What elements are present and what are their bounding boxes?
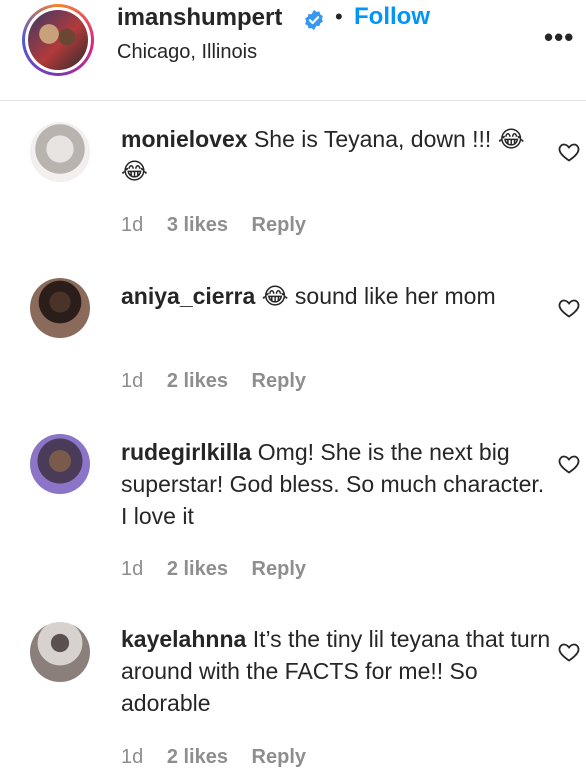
verified-badge-icon bbox=[305, 9, 323, 31]
comment-meta: 1d 2 likes Reply bbox=[121, 558, 324, 581]
comment-likes[interactable]: 2 likes bbox=[167, 370, 228, 392]
comment-username[interactable]: monielovex bbox=[121, 126, 248, 152]
like-heart-icon[interactable] bbox=[557, 140, 581, 164]
reply-button[interactable]: Reply bbox=[252, 558, 306, 580]
like-heart-icon[interactable] bbox=[557, 452, 581, 476]
comment-likes[interactable]: 2 likes bbox=[167, 746, 228, 768]
commenter-avatar[interactable] bbox=[30, 278, 90, 338]
commenter-avatar[interactable] bbox=[30, 122, 90, 182]
reply-button[interactable]: Reply bbox=[252, 214, 306, 236]
comment-username[interactable]: kayelahnna bbox=[121, 626, 246, 652]
post-header: imanshumpert • Follow Chicago, Illinois … bbox=[0, 0, 586, 101]
separator-dot: • bbox=[335, 4, 343, 29]
comment-username[interactable]: rudegirlkilla bbox=[121, 439, 251, 465]
post-username[interactable]: imanshumpert bbox=[117, 4, 282, 32]
follow-button[interactable]: Follow bbox=[354, 3, 430, 31]
like-heart-icon[interactable] bbox=[557, 296, 581, 320]
comment-likes[interactable]: 3 likes bbox=[167, 214, 228, 236]
reply-button[interactable]: Reply bbox=[252, 370, 306, 392]
comment-time: 1d bbox=[121, 370, 144, 392]
like-heart-icon[interactable] bbox=[557, 640, 581, 664]
commenter-avatar[interactable] bbox=[30, 434, 90, 494]
comment-time: 1d bbox=[121, 214, 144, 236]
comment-meta: 1d 3 likes Reply bbox=[121, 214, 324, 237]
post-location[interactable]: Chicago, Illinois bbox=[117, 41, 257, 64]
comment-likes[interactable]: 2 likes bbox=[167, 558, 228, 580]
comment-meta: 1d 2 likes Reply bbox=[121, 746, 324, 769]
comment-time: 1d bbox=[121, 558, 144, 580]
profile-avatar[interactable] bbox=[22, 4, 94, 76]
comment-text: 😂 sound like her mom bbox=[261, 283, 496, 309]
comment-text-block: aniya_cierra 😂 sound like her mom bbox=[121, 280, 551, 312]
comment-username[interactable]: aniya_cierra bbox=[121, 283, 255, 309]
comment-meta: 1d 2 likes Reply bbox=[121, 370, 324, 393]
commenter-avatar[interactable] bbox=[30, 622, 90, 682]
comment-text-block: rudegirlkilla Omg! She is the next big s… bbox=[121, 436, 551, 532]
more-options-icon[interactable]: ••• bbox=[544, 22, 574, 53]
comment-text-block: monielovex She is Teyana, down !!! 😂😂 bbox=[121, 123, 551, 187]
comment-text-block: kayelahnna It’s the tiny lil teyana that… bbox=[121, 623, 551, 719]
comment-time: 1d bbox=[121, 746, 144, 768]
reply-button[interactable]: Reply bbox=[252, 746, 306, 768]
